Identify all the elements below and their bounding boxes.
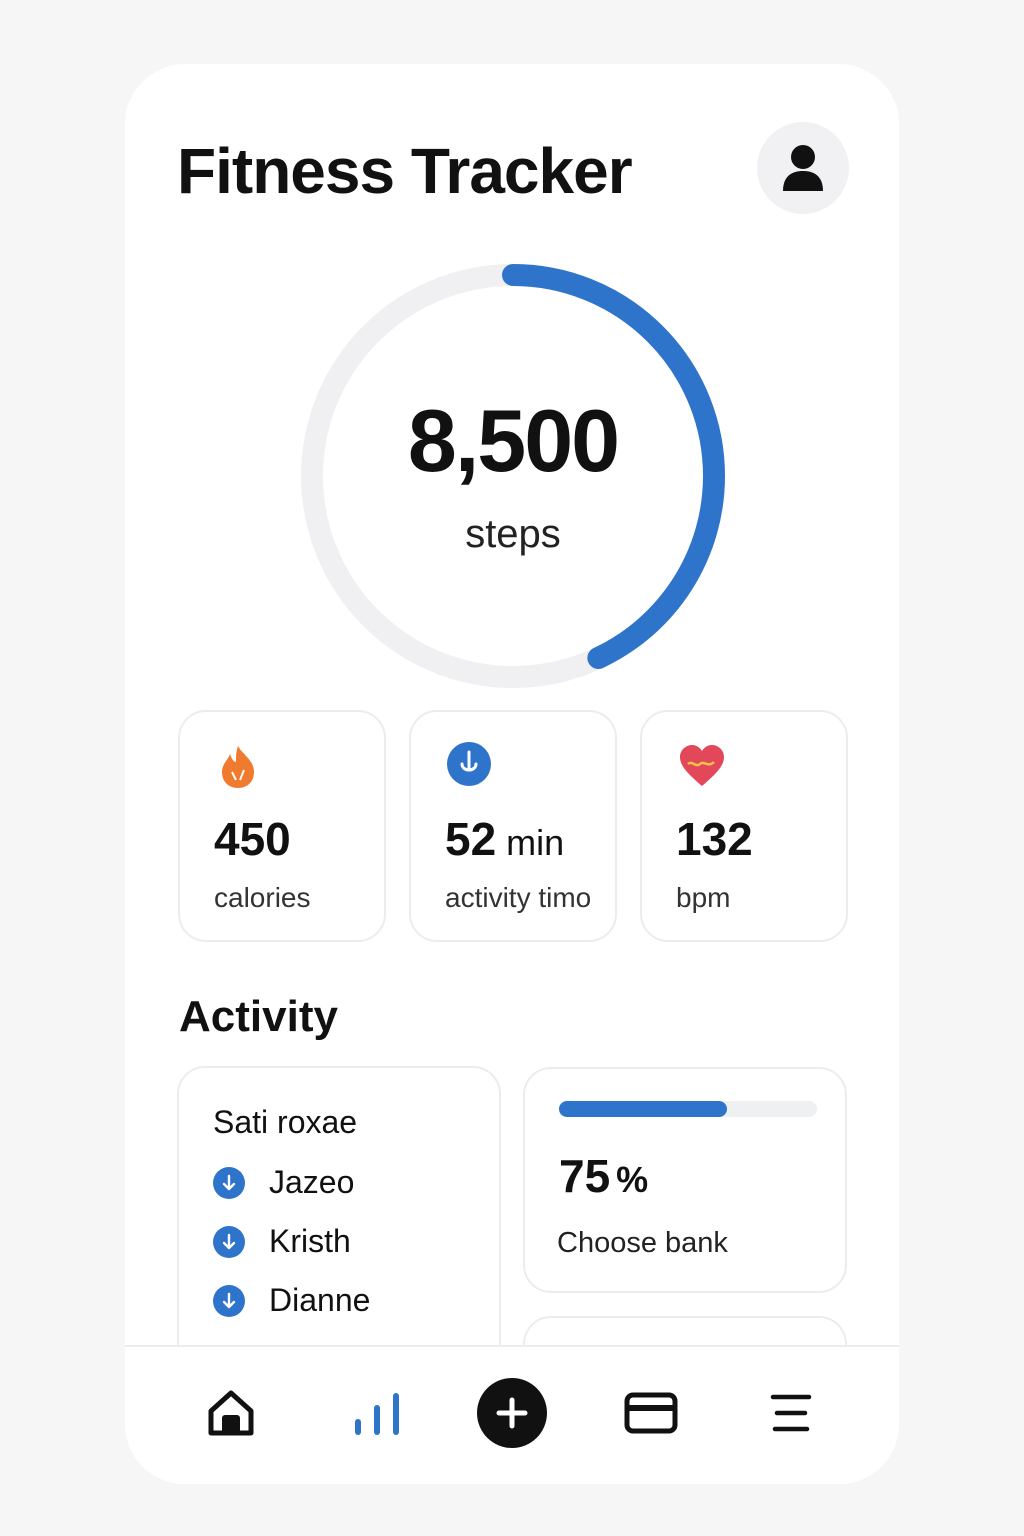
- nav-wallet[interactable]: [615, 1377, 687, 1449]
- bar-chart-icon: [355, 1393, 399, 1435]
- plus-icon: [496, 1397, 528, 1429]
- activity-time-value: 52 min: [445, 813, 565, 865]
- progress-label: Choose bank: [557, 1227, 728, 1259]
- progress-value: 75%: [559, 1150, 649, 1202]
- add-button[interactable]: [477, 1378, 547, 1448]
- activity-list-item[interactable]: Kristh: [213, 1223, 351, 1260]
- nav-add[interactable]: [476, 1377, 548, 1449]
- progress-bar-fill: [559, 1101, 727, 1117]
- activity-list-item[interactable]: Jazeo: [213, 1164, 354, 1201]
- home-icon: [208, 1390, 254, 1436]
- heart-rate-card[interactable]: 132 bpm: [640, 710, 848, 942]
- activity-time-label: activity timo: [445, 882, 592, 913]
- steps-count: 8,500: [407, 391, 620, 490]
- progress-bar: [559, 1101, 817, 1117]
- menu-icon: [770, 1394, 812, 1432]
- person-name: Jazeo: [269, 1164, 355, 1200]
- person-name: Kristh: [269, 1223, 351, 1259]
- card-icon: [624, 1392, 678, 1434]
- nav-menu[interactable]: [755, 1377, 827, 1449]
- person-name: Dianne: [269, 1282, 371, 1318]
- heart-rate-value: 132: [676, 813, 753, 865]
- arrow-down-icon: [213, 1166, 245, 1199]
- arrow-down-icon: [213, 1284, 245, 1317]
- activity-section-title: Activity: [179, 992, 338, 1041]
- progress-card[interactable]: 75% Choose bank: [523, 1067, 847, 1293]
- activity-time-card[interactable]: 52 min activity timo: [409, 710, 617, 942]
- calories-label: calories: [214, 882, 311, 913]
- calories-value: 450: [214, 813, 291, 865]
- app-screen: Fitness Tracker 8,500 steps 450 calories…: [125, 64, 899, 1484]
- heart-rate-label: bpm: [676, 882, 731, 913]
- arrow-down-icon: [213, 1225, 245, 1258]
- page-title: Fitness Tracker: [177, 135, 633, 207]
- flame-icon: [222, 746, 254, 788]
- activity-icon: [447, 742, 491, 786]
- user-icon: [783, 145, 823, 191]
- calories-card[interactable]: 450 calories: [178, 710, 386, 942]
- heart-icon: [680, 745, 724, 786]
- activity-list-header: Sati roxae: [213, 1104, 358, 1140]
- bottom-nav: [125, 1345, 899, 1484]
- steps-ring: 8,500 steps: [295, 258, 731, 694]
- profile-button[interactable]: [757, 122, 849, 214]
- steps-unit: steps: [465, 512, 561, 556]
- nav-stats[interactable]: [341, 1377, 413, 1449]
- nav-home[interactable]: [195, 1377, 267, 1449]
- activity-list-item[interactable]: Dianne: [213, 1282, 370, 1319]
